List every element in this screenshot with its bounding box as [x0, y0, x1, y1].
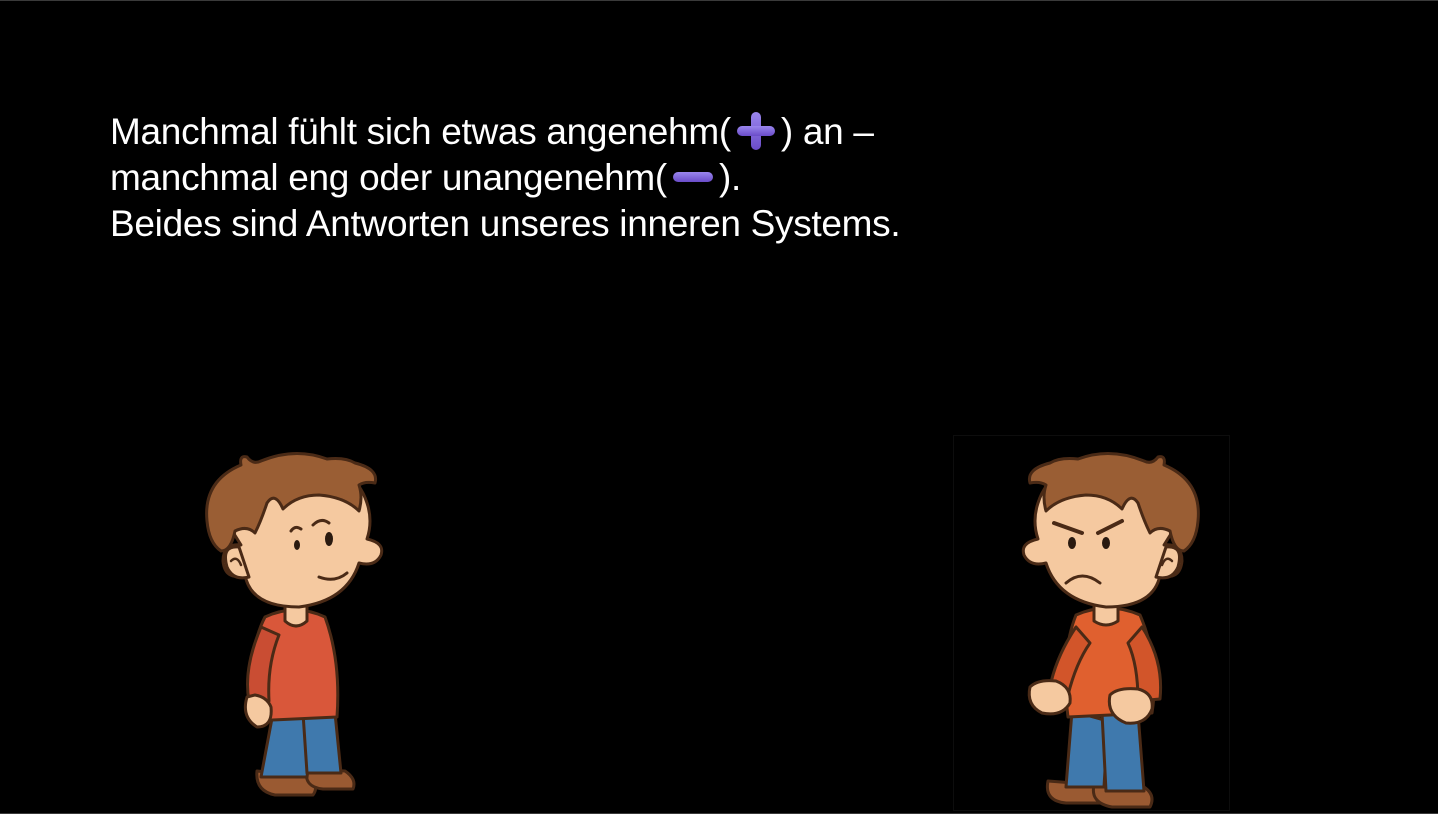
text-line-3: Beides sind Antworten unseres inneren Sy…: [110, 203, 901, 245]
heavy-plus-sign-icon: [736, 112, 775, 151]
text-line-2-end: ).: [718, 157, 741, 199]
happy-boy-illustration: [205, 451, 384, 797]
slide-text: Manchmal fühlt sich etwas angenehm( ) an …: [110, 109, 901, 246]
text-line-1: Manchmal fühlt sich etwas angenehm( ) an …: [110, 109, 900, 155]
text-line-2-start: manchmal eng oder unangenehm(: [110, 157, 667, 199]
slide: Manchmal fühlt sich etwas angenehm( ) an …: [0, 0, 1438, 814]
text-line-1-end: ) an –: [780, 111, 874, 152]
angry-boy-illustration: [1021, 451, 1200, 809]
heavy-minus-sign-icon: [672, 172, 713, 183]
text-line-1-start: Manchmal fühlt sich etwas angenehm(: [110, 111, 731, 152]
text-line-2: manchmal eng oder unangenehm().: [110, 155, 900, 201]
